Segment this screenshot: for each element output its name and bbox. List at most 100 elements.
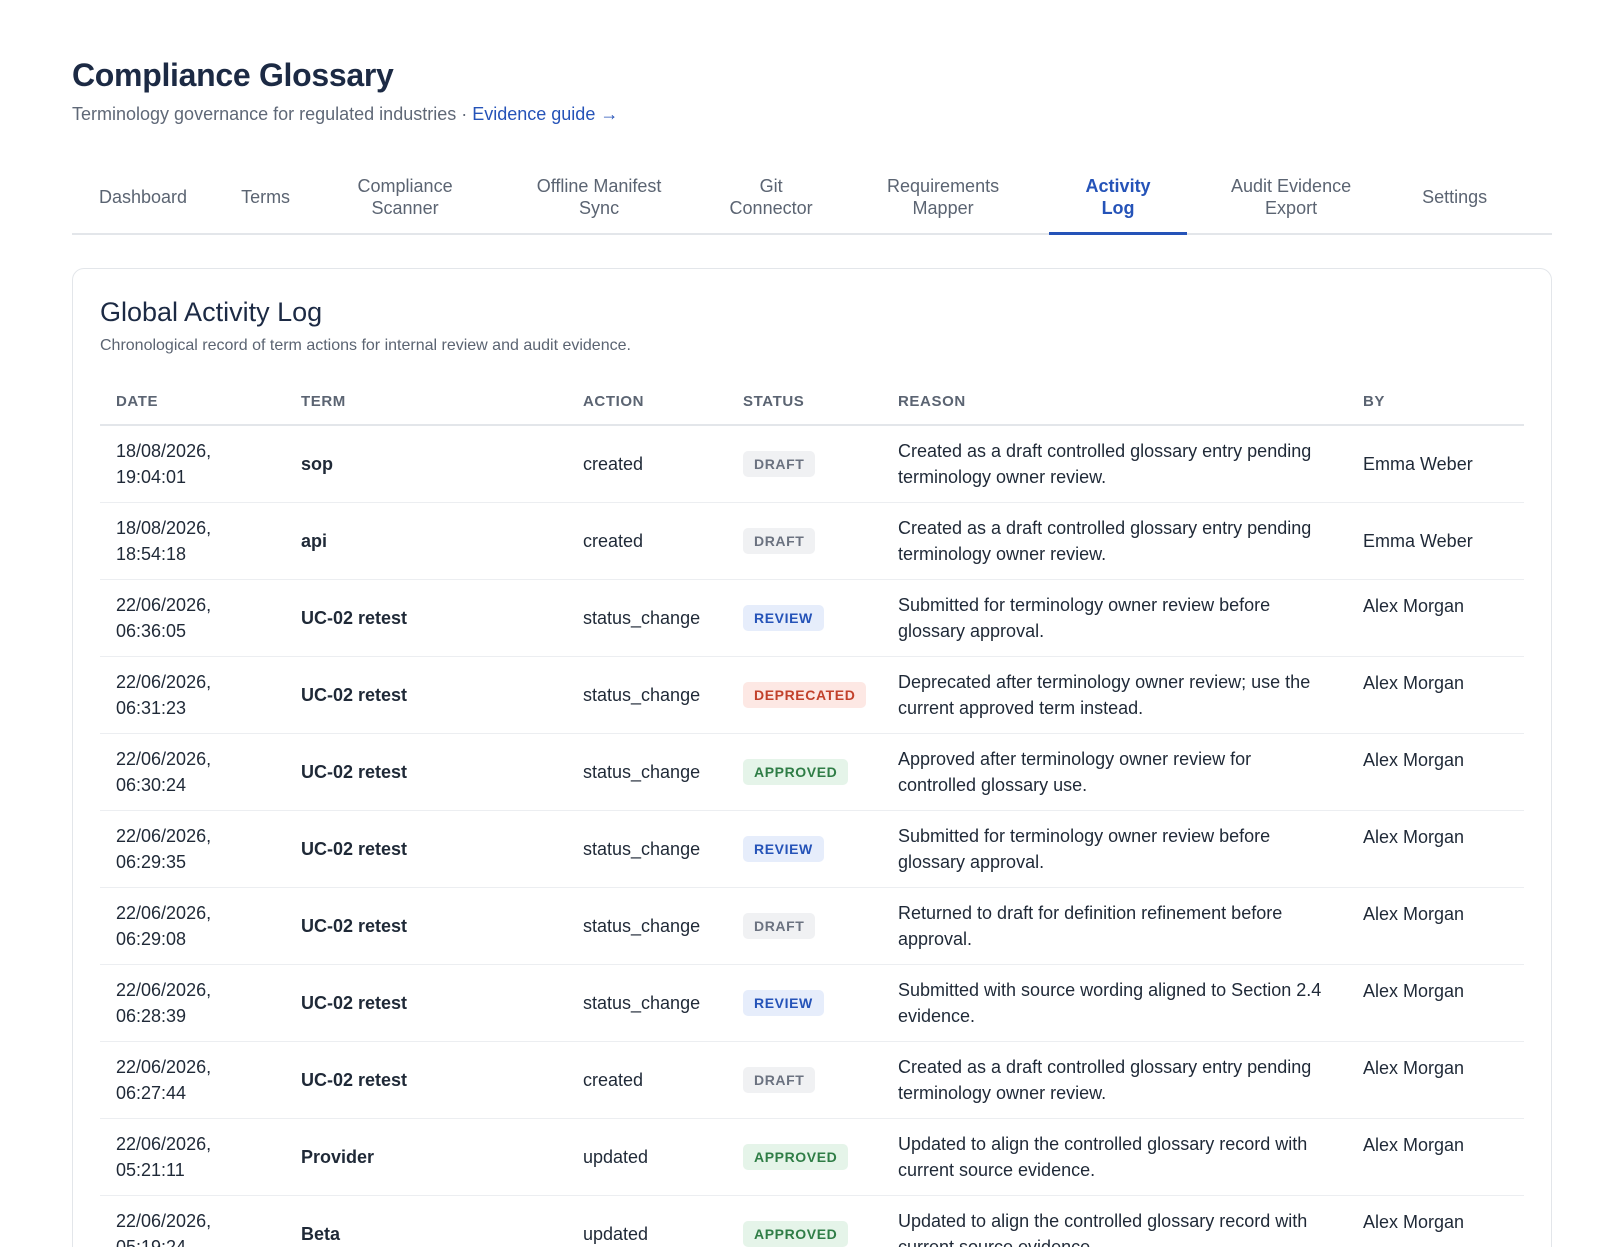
table-row: 22/06/2026, 06:28:39 UC-02 retest status… (100, 964, 1524, 1042)
activity-log-table: DATE TERM ACTION STATUS REASON BY 18/08/… (100, 379, 1524, 1247)
status-badge: APPROVED (743, 1144, 849, 1170)
table-row: 22/06/2026, 05:19:24 Beta updated APPROV… (100, 1195, 1524, 1247)
cell-term: UC-02 retest (285, 656, 567, 734)
status-badge: APPROVED (743, 1221, 849, 1247)
cell-action: created (567, 425, 727, 503)
cell-by: Alex Morgan (1347, 733, 1524, 811)
column-header-action: ACTION (567, 379, 727, 426)
cell-status: DRAFT (727, 502, 882, 580)
cell-status: DEPRECATED (727, 656, 882, 734)
cell-by: Emma Weber (1347, 502, 1524, 580)
column-header-by: BY (1347, 379, 1524, 426)
tab-compliance-scanner[interactable]: Compliance Scanner (317, 160, 493, 233)
evidence-guide-link[interactable]: Evidence guide → (472, 104, 618, 124)
tab-label: Audit Evidence Export (1231, 175, 1352, 218)
cell-by: Alex Morgan (1347, 579, 1524, 657)
tab-label: Git Connector (729, 175, 813, 218)
cell-reason: Created as a draft controlled glossary e… (882, 1041, 1347, 1119)
card-title: Global Activity Log (100, 297, 323, 327)
tab-label: Requirements Mapper (887, 175, 1000, 218)
tab-label: Settings (1422, 186, 1488, 207)
tab-settings[interactable]: Settings (1395, 160, 1514, 233)
cell-date: 18/08/2026, 19:04:01 (100, 425, 285, 503)
status-badge: DEPRECATED (743, 682, 867, 708)
cell-term: Provider (285, 1118, 567, 1196)
cell-status: DRAFT (727, 425, 882, 503)
cell-date: 22/06/2026, 06:27:44 (100, 1041, 285, 1119)
table-body: 18/08/2026, 19:04:01 sop created DRAFT C… (100, 425, 1524, 1247)
tab-label: Offline Manifest Sync (536, 175, 662, 218)
cell-term: api (285, 502, 567, 580)
cell-by: Alex Morgan (1347, 964, 1524, 1042)
cell-term: UC-02 retest (285, 887, 567, 965)
tab-audit-evidence-export[interactable]: Audit Evidence Export (1187, 160, 1395, 233)
page: Compliance Glossary Terminology governan… (0, 0, 1600, 1247)
activity-log-card: Global Activity Log Chronological record… (72, 268, 1552, 1247)
cell-by: Alex Morgan (1347, 1118, 1524, 1196)
tab-offline-manifest-sync[interactable]: Offline Manifest Sync (493, 160, 705, 233)
main-tabs: Dashboard Terms Compliance Scanner Offli… (72, 160, 1552, 235)
cell-reason: Updated to align the controlled glossary… (882, 1118, 1347, 1196)
cell-action: status_change (567, 733, 727, 811)
cell-action: status_change (567, 887, 727, 965)
cell-date: 22/06/2026, 06:31:23 (100, 656, 285, 734)
table-row: 22/06/2026, 06:29:35 UC-02 retest status… (100, 810, 1524, 888)
cell-date: 22/06/2026, 06:36:05 (100, 579, 285, 657)
cell-action: updated (567, 1195, 727, 1247)
cell-action: status_change (567, 964, 727, 1042)
table-row: 22/06/2026, 06:36:05 UC-02 retest status… (100, 579, 1524, 657)
tab-dashboard[interactable]: Dashboard (72, 160, 214, 233)
cell-action: created (567, 502, 727, 580)
cell-date: 22/06/2026, 06:30:24 (100, 733, 285, 811)
cell-reason: Deprecated after terminology owner revie… (882, 656, 1347, 734)
cell-reason: Returned to draft for definition refinem… (882, 887, 1347, 965)
status-badge: DRAFT (743, 1067, 816, 1093)
table-row: 22/06/2026, 06:29:08 UC-02 retest status… (100, 887, 1524, 965)
cell-action: status_change (567, 656, 727, 734)
cell-by: Alex Morgan (1347, 810, 1524, 888)
tab-label: Compliance Scanner (357, 175, 453, 218)
cell-action: created (567, 1041, 727, 1119)
cell-date: 22/06/2026, 05:21:11 (100, 1118, 285, 1196)
cell-status: REVIEW (727, 579, 882, 657)
cell-status: DRAFT (727, 1041, 882, 1119)
cell-status: REVIEW (727, 810, 882, 888)
column-header-date: DATE (100, 379, 285, 426)
cell-reason: Created as a draft controlled glossary e… (882, 502, 1347, 580)
cell-term: UC-02 retest (285, 733, 567, 811)
tab-terms[interactable]: Terms (214, 160, 317, 233)
tab-requirements-mapper[interactable]: Requirements Mapper (837, 160, 1049, 233)
cell-term: UC-02 retest (285, 810, 567, 888)
app-subtitle: Terminology governance for regulated ind… (72, 104, 618, 125)
tab-git-connector[interactable]: Git Connector (705, 160, 837, 233)
status-badge: REVIEW (743, 990, 824, 1016)
table-row: 22/06/2026, 06:27:44 UC-02 retest create… (100, 1041, 1524, 1119)
table-row: 18/08/2026, 18:54:18 api created DRAFT C… (100, 502, 1524, 580)
status-badge: APPROVED (743, 759, 849, 785)
status-badge: DRAFT (743, 528, 816, 554)
cell-status: APPROVED (727, 1195, 882, 1247)
cell-status: APPROVED (727, 733, 882, 811)
cell-date: 22/06/2026, 05:19:24 (100, 1195, 285, 1247)
cell-term: Beta (285, 1195, 567, 1247)
cell-action: updated (567, 1118, 727, 1196)
column-header-status: STATUS (727, 379, 882, 426)
cell-term: UC-02 retest (285, 579, 567, 657)
cell-date: 22/06/2026, 06:29:08 (100, 887, 285, 965)
table-row: 18/08/2026, 19:04:01 sop created DRAFT C… (100, 425, 1524, 503)
cell-by: Alex Morgan (1347, 656, 1524, 734)
status-badge: REVIEW (743, 605, 824, 631)
tab-label: Dashboard (99, 186, 188, 207)
cell-by: Alex Morgan (1347, 887, 1524, 965)
cell-status: DRAFT (727, 887, 882, 965)
subtitle-text: Terminology governance for regulated ind… (72, 104, 468, 124)
cell-action: status_change (567, 810, 727, 888)
cell-action: status_change (567, 579, 727, 657)
column-header-reason: REASON (882, 379, 1347, 426)
status-badge: REVIEW (743, 836, 824, 862)
status-badge: DRAFT (743, 913, 816, 939)
cell-term: sop (285, 425, 567, 503)
cell-reason: Updated to align the controlled glossary… (882, 1195, 1347, 1247)
tab-activity-log[interactable]: Activity Log (1049, 160, 1188, 235)
app-title: Compliance Glossary (72, 57, 394, 93)
